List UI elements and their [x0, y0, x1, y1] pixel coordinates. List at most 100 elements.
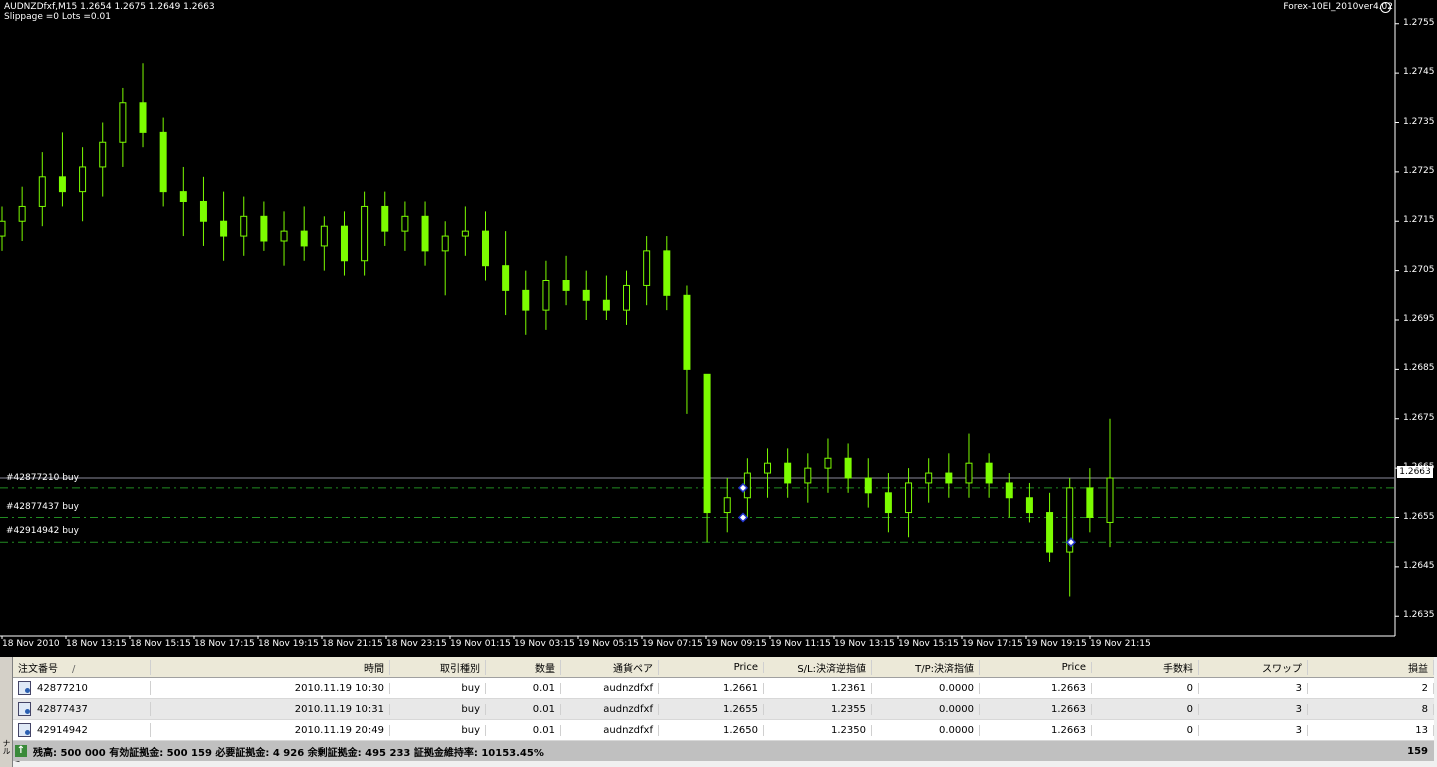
x-tick-label: 19 Nov 11:15 — [770, 639, 831, 649]
candle-body — [804, 467, 812, 484]
candle-body — [119, 102, 127, 143]
candle-body — [240, 215, 248, 237]
account-summary-row: ↑ 残高: 500 000 有効証拠金: 500 159 必要証拠金: 4 92… — [13, 741, 1434, 761]
expert-advisor-name: Forex-10EI_2010ver4.02 — [1283, 2, 1393, 12]
candle-body — [361, 205, 369, 262]
x-tick-label: 18 Nov 15:15 — [130, 639, 191, 649]
table-row[interactable]: 42877437 2010.11.19 10:31 buy 0.01 audnz… — [13, 699, 1434, 720]
candle-body — [461, 230, 469, 237]
column-header[interactable]: 取引種別 — [390, 659, 486, 675]
x-tick-label: 18 Nov 2010 — [2, 639, 60, 649]
candle-body — [139, 102, 147, 133]
column-header[interactable]: Price — [980, 661, 1092, 673]
column-header[interactable]: 注文番号 / — [13, 659, 151, 675]
candlestick-plot[interactable] — [0, 0, 1437, 657]
candle-body — [1106, 477, 1114, 523]
candle-body — [381, 205, 389, 232]
x-tick-label: 19 Nov 01:15 — [450, 639, 511, 649]
candle-body — [99, 141, 107, 168]
table-row[interactable]: 42877210 2010.11.19 10:30 buy 0.01 audnz… — [13, 678, 1434, 699]
x-tick-label: 19 Nov 07:15 — [642, 639, 703, 649]
x-tick-label: 19 Nov 05:15 — [578, 639, 639, 649]
candle-body — [421, 215, 429, 252]
candle-body — [602, 299, 610, 311]
order-label[interactable]: #42877437 buy — [6, 502, 79, 512]
y-tick-label: 1.2725 — [1403, 165, 1435, 176]
x-tick-label: 19 Nov 19:15 — [1026, 639, 1087, 649]
y-tick-label: 1.2655 — [1403, 511, 1435, 522]
candle-body — [1025, 497, 1033, 514]
column-header[interactable]: T/P:決済指値 — [872, 659, 980, 675]
y-tick-label: 1.2755 — [1403, 17, 1435, 28]
candle-body — [401, 215, 409, 232]
account-summary-text: 残高: 500 000 有効証拠金: 500 159 必要証拠金: 4 926 … — [33, 747, 544, 759]
total-profit: 159 — [1407, 745, 1428, 757]
candle-body — [844, 457, 852, 479]
trade-table: 注文番号 / 時間 取引種別 数量 通貨ペア Price S/L:決済逆指値 T/… — [13, 657, 1434, 761]
candle-body — [985, 462, 993, 484]
sort-indicator-icon: / — [72, 663, 76, 675]
column-header[interactable]: スワップ — [1199, 659, 1308, 675]
x-tick-label: 19 Nov 09:15 — [706, 639, 767, 649]
candle-body — [683, 294, 691, 370]
candle-body — [945, 472, 953, 484]
candle-body — [824, 457, 832, 469]
column-header[interactable]: 手数料 — [1092, 659, 1199, 675]
terminal-panel: ターミナル 注文番号/ 時間 取引種別 数量 通貨ペア Price S/L:決済… — [0, 657, 1437, 767]
candle-body — [703, 373, 711, 514]
candle-body — [582, 289, 590, 301]
x-tick-label: 19 Nov 21:15 — [1090, 639, 1151, 649]
x-tick-label: 18 Nov 23:15 — [386, 639, 447, 649]
candle-body — [1005, 482, 1013, 499]
chart-settings-line: Slippage =0 Lots =0.01 — [4, 12, 111, 22]
table-row[interactable]: 42914942 2010.11.19 20:49 buy 0.01 audnz… — [13, 720, 1434, 741]
candle-body — [58, 176, 66, 193]
x-tick-label: 19 Nov 17:15 — [962, 639, 1023, 649]
candle-body — [38, 176, 46, 207]
candle-body — [502, 265, 510, 291]
candle-body — [1086, 487, 1094, 518]
x-tick-label: 19 Nov 03:15 — [514, 639, 575, 649]
column-header[interactable]: S/L:決済逆指値 — [764, 659, 872, 675]
candle-body — [905, 482, 913, 514]
candle-body — [481, 230, 489, 267]
candle-body — [643, 250, 651, 286]
up-arrow-icon[interactable]: ↑ — [15, 745, 27, 757]
order-icon — [18, 702, 31, 716]
smiley-icon[interactable] — [1380, 2, 1391, 13]
candle-body — [300, 230, 308, 247]
column-header[interactable]: Price — [659, 661, 764, 673]
candle-body — [522, 289, 530, 311]
candle-body — [764, 462, 772, 474]
candle-body — [965, 462, 973, 484]
candle-body — [663, 250, 671, 296]
y-tick-label: 1.2635 — [1403, 610, 1435, 621]
candle-body — [623, 284, 631, 311]
candle-body — [260, 215, 268, 242]
candle-body — [340, 225, 348, 262]
candle-body — [79, 166, 87, 193]
column-header[interactable]: 時間 — [151, 659, 390, 675]
chart-symbol-line: AUDNZDfxf,M15 1.2654 1.2675 1.2649 1.266… — [4, 2, 215, 12]
column-header[interactable]: 数量 — [486, 659, 561, 675]
price-chart[interactable]: AUDNZDfxf,M15 1.2654 1.2675 1.2649 1.266… — [0, 0, 1437, 657]
candle-body — [0, 220, 6, 237]
column-header[interactable]: 損益 — [1308, 659, 1434, 675]
candle-body — [784, 462, 792, 484]
candle-body — [864, 477, 872, 494]
terminal-sidebar[interactable]: ターミナル — [0, 657, 22, 767]
candle-body — [1046, 512, 1054, 553]
candle-body — [280, 230, 288, 242]
candle-body — [220, 220, 228, 237]
y-tick-label: 1.2715 — [1403, 215, 1435, 226]
y-tick-label: 1.2665 — [1403, 462, 1435, 473]
order-label[interactable]: #42914942 buy — [6, 526, 79, 536]
y-tick-label: 1.2745 — [1403, 67, 1435, 78]
column-header[interactable]: 通貨ペア — [561, 659, 659, 675]
x-tick-label: 18 Nov 17:15 — [194, 639, 255, 649]
y-tick-label: 1.2735 — [1403, 116, 1435, 127]
order-label[interactable]: #42877210 buy — [6, 473, 79, 483]
x-tick-label: 19 Nov 13:15 — [834, 639, 895, 649]
y-tick-label: 1.2685 — [1403, 363, 1435, 374]
order-entry-marker[interactable] — [737, 512, 749, 523]
